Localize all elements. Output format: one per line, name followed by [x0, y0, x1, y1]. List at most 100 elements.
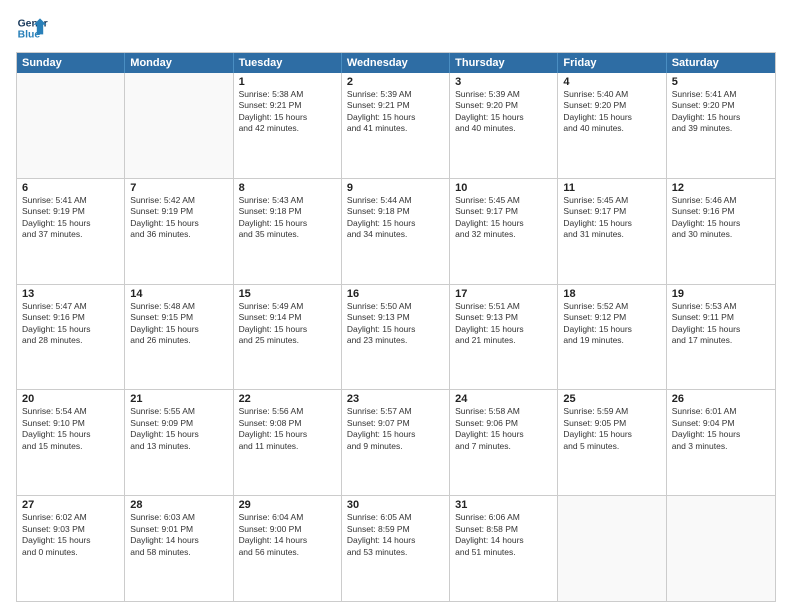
- calendar-cell-30: 30Sunrise: 6:05 AM Sunset: 8:59 PM Dayli…: [342, 496, 450, 601]
- calendar-cell-10: 10Sunrise: 5:45 AM Sunset: 9:17 PM Dayli…: [450, 179, 558, 284]
- day-info: Sunrise: 5:59 AM Sunset: 9:05 PM Dayligh…: [563, 406, 660, 452]
- header: General Blue: [16, 12, 776, 44]
- calendar-cell-4: 4Sunrise: 5:40 AM Sunset: 9:20 PM Daylig…: [558, 73, 666, 178]
- page: General Blue SundayMondayTuesdayWednesda…: [0, 0, 792, 612]
- calendar-cell-26: 26Sunrise: 6:01 AM Sunset: 9:04 PM Dayli…: [667, 390, 775, 495]
- logo: General Blue: [16, 12, 48, 44]
- calendar-cell-8: 8Sunrise: 5:43 AM Sunset: 9:18 PM Daylig…: [234, 179, 342, 284]
- calendar-cell-23: 23Sunrise: 5:57 AM Sunset: 9:07 PM Dayli…: [342, 390, 450, 495]
- day-number: 27: [22, 499, 119, 511]
- day-number: 7: [130, 182, 227, 194]
- day-number: 10: [455, 182, 552, 194]
- day-number: 30: [347, 499, 444, 511]
- calendar-cell-16: 16Sunrise: 5:50 AM Sunset: 9:13 PM Dayli…: [342, 285, 450, 390]
- day-number: 3: [455, 76, 552, 88]
- calendar-cell-empty: [667, 496, 775, 601]
- day-info: Sunrise: 6:02 AM Sunset: 9:03 PM Dayligh…: [22, 512, 119, 558]
- day-number: 1: [239, 76, 336, 88]
- calendar-cell-20: 20Sunrise: 5:54 AM Sunset: 9:10 PM Dayli…: [17, 390, 125, 495]
- logo-icon: General Blue: [16, 12, 48, 44]
- calendar-cell-5: 5Sunrise: 5:41 AM Sunset: 9:20 PM Daylig…: [667, 73, 775, 178]
- calendar-cell-21: 21Sunrise: 5:55 AM Sunset: 9:09 PM Dayli…: [125, 390, 233, 495]
- day-info: Sunrise: 5:48 AM Sunset: 9:15 PM Dayligh…: [130, 301, 227, 347]
- calendar: SundayMondayTuesdayWednesdayThursdayFrid…: [16, 52, 776, 602]
- day-info: Sunrise: 5:47 AM Sunset: 9:16 PM Dayligh…: [22, 301, 119, 347]
- calendar-cell-24: 24Sunrise: 5:58 AM Sunset: 9:06 PM Dayli…: [450, 390, 558, 495]
- day-number: 16: [347, 288, 444, 300]
- calendar-cell-22: 22Sunrise: 5:56 AM Sunset: 9:08 PM Dayli…: [234, 390, 342, 495]
- day-info: Sunrise: 5:53 AM Sunset: 9:11 PM Dayligh…: [672, 301, 770, 347]
- day-info: Sunrise: 5:54 AM Sunset: 9:10 PM Dayligh…: [22, 406, 119, 452]
- day-info: Sunrise: 5:43 AM Sunset: 9:18 PM Dayligh…: [239, 195, 336, 241]
- calendar-row-2: 6Sunrise: 5:41 AM Sunset: 9:19 PM Daylig…: [17, 178, 775, 284]
- calendar-cell-13: 13Sunrise: 5:47 AM Sunset: 9:16 PM Dayli…: [17, 285, 125, 390]
- day-number: 2: [347, 76, 444, 88]
- day-number: 28: [130, 499, 227, 511]
- day-info: Sunrise: 5:58 AM Sunset: 9:06 PM Dayligh…: [455, 406, 552, 452]
- day-info: Sunrise: 5:52 AM Sunset: 9:12 PM Dayligh…: [563, 301, 660, 347]
- header-day-monday: Monday: [125, 53, 233, 73]
- calendar-cell-3: 3Sunrise: 5:39 AM Sunset: 9:20 PM Daylig…: [450, 73, 558, 178]
- header-day-friday: Friday: [558, 53, 666, 73]
- day-info: Sunrise: 6:03 AM Sunset: 9:01 PM Dayligh…: [130, 512, 227, 558]
- day-number: 14: [130, 288, 227, 300]
- day-number: 31: [455, 499, 552, 511]
- calendar-cell-1: 1Sunrise: 5:38 AM Sunset: 9:21 PM Daylig…: [234, 73, 342, 178]
- day-number: 24: [455, 393, 552, 405]
- day-info: Sunrise: 6:05 AM Sunset: 8:59 PM Dayligh…: [347, 512, 444, 558]
- day-number: 18: [563, 288, 660, 300]
- calendar-cell-7: 7Sunrise: 5:42 AM Sunset: 9:19 PM Daylig…: [125, 179, 233, 284]
- calendar-cell-29: 29Sunrise: 6:04 AM Sunset: 9:00 PM Dayli…: [234, 496, 342, 601]
- calendar-row-1: 1Sunrise: 5:38 AM Sunset: 9:21 PM Daylig…: [17, 73, 775, 178]
- calendar-row-5: 27Sunrise: 6:02 AM Sunset: 9:03 PM Dayli…: [17, 495, 775, 601]
- day-info: Sunrise: 6:01 AM Sunset: 9:04 PM Dayligh…: [672, 406, 770, 452]
- day-number: 25: [563, 393, 660, 405]
- day-info: Sunrise: 5:56 AM Sunset: 9:08 PM Dayligh…: [239, 406, 336, 452]
- day-info: Sunrise: 5:41 AM Sunset: 9:19 PM Dayligh…: [22, 195, 119, 241]
- calendar-cell-19: 19Sunrise: 5:53 AM Sunset: 9:11 PM Dayli…: [667, 285, 775, 390]
- day-info: Sunrise: 6:04 AM Sunset: 9:00 PM Dayligh…: [239, 512, 336, 558]
- day-info: Sunrise: 6:06 AM Sunset: 8:58 PM Dayligh…: [455, 512, 552, 558]
- calendar-cell-9: 9Sunrise: 5:44 AM Sunset: 9:18 PM Daylig…: [342, 179, 450, 284]
- day-info: Sunrise: 5:57 AM Sunset: 9:07 PM Dayligh…: [347, 406, 444, 452]
- day-info: Sunrise: 5:50 AM Sunset: 9:13 PM Dayligh…: [347, 301, 444, 347]
- calendar-cell-11: 11Sunrise: 5:45 AM Sunset: 9:17 PM Dayli…: [558, 179, 666, 284]
- day-number: 4: [563, 76, 660, 88]
- calendar-cell-empty: [17, 73, 125, 178]
- header-day-sunday: Sunday: [17, 53, 125, 73]
- day-info: Sunrise: 5:49 AM Sunset: 9:14 PM Dayligh…: [239, 301, 336, 347]
- day-info: Sunrise: 5:45 AM Sunset: 9:17 PM Dayligh…: [563, 195, 660, 241]
- calendar-cell-25: 25Sunrise: 5:59 AM Sunset: 9:05 PM Dayli…: [558, 390, 666, 495]
- day-number: 19: [672, 288, 770, 300]
- calendar-cell-14: 14Sunrise: 5:48 AM Sunset: 9:15 PM Dayli…: [125, 285, 233, 390]
- calendar-cell-6: 6Sunrise: 5:41 AM Sunset: 9:19 PM Daylig…: [17, 179, 125, 284]
- day-number: 17: [455, 288, 552, 300]
- calendar-row-4: 20Sunrise: 5:54 AM Sunset: 9:10 PM Dayli…: [17, 389, 775, 495]
- calendar-cell-empty: [125, 73, 233, 178]
- calendar-cell-18: 18Sunrise: 5:52 AM Sunset: 9:12 PM Dayli…: [558, 285, 666, 390]
- calendar-cell-27: 27Sunrise: 6:02 AM Sunset: 9:03 PM Dayli…: [17, 496, 125, 601]
- day-number: 6: [22, 182, 119, 194]
- calendar-body: 1Sunrise: 5:38 AM Sunset: 9:21 PM Daylig…: [17, 73, 775, 601]
- day-info: Sunrise: 5:39 AM Sunset: 9:20 PM Dayligh…: [455, 89, 552, 135]
- day-number: 13: [22, 288, 119, 300]
- calendar-cell-2: 2Sunrise: 5:39 AM Sunset: 9:21 PM Daylig…: [342, 73, 450, 178]
- day-number: 20: [22, 393, 119, 405]
- day-info: Sunrise: 5:46 AM Sunset: 9:16 PM Dayligh…: [672, 195, 770, 241]
- day-number: 11: [563, 182, 660, 194]
- header-day-saturday: Saturday: [667, 53, 775, 73]
- calendar-cell-28: 28Sunrise: 6:03 AM Sunset: 9:01 PM Dayli…: [125, 496, 233, 601]
- calendar-cell-31: 31Sunrise: 6:06 AM Sunset: 8:58 PM Dayli…: [450, 496, 558, 601]
- day-number: 8: [239, 182, 336, 194]
- day-number: 9: [347, 182, 444, 194]
- day-number: 5: [672, 76, 770, 88]
- day-info: Sunrise: 5:45 AM Sunset: 9:17 PM Dayligh…: [455, 195, 552, 241]
- day-info: Sunrise: 5:55 AM Sunset: 9:09 PM Dayligh…: [130, 406, 227, 452]
- day-number: 23: [347, 393, 444, 405]
- day-info: Sunrise: 5:38 AM Sunset: 9:21 PM Dayligh…: [239, 89, 336, 135]
- day-info: Sunrise: 5:44 AM Sunset: 9:18 PM Dayligh…: [347, 195, 444, 241]
- day-info: Sunrise: 5:39 AM Sunset: 9:21 PM Dayligh…: [347, 89, 444, 135]
- day-number: 15: [239, 288, 336, 300]
- calendar-header: SundayMondayTuesdayWednesdayThursdayFrid…: [17, 53, 775, 73]
- day-info: Sunrise: 5:42 AM Sunset: 9:19 PM Dayligh…: [130, 195, 227, 241]
